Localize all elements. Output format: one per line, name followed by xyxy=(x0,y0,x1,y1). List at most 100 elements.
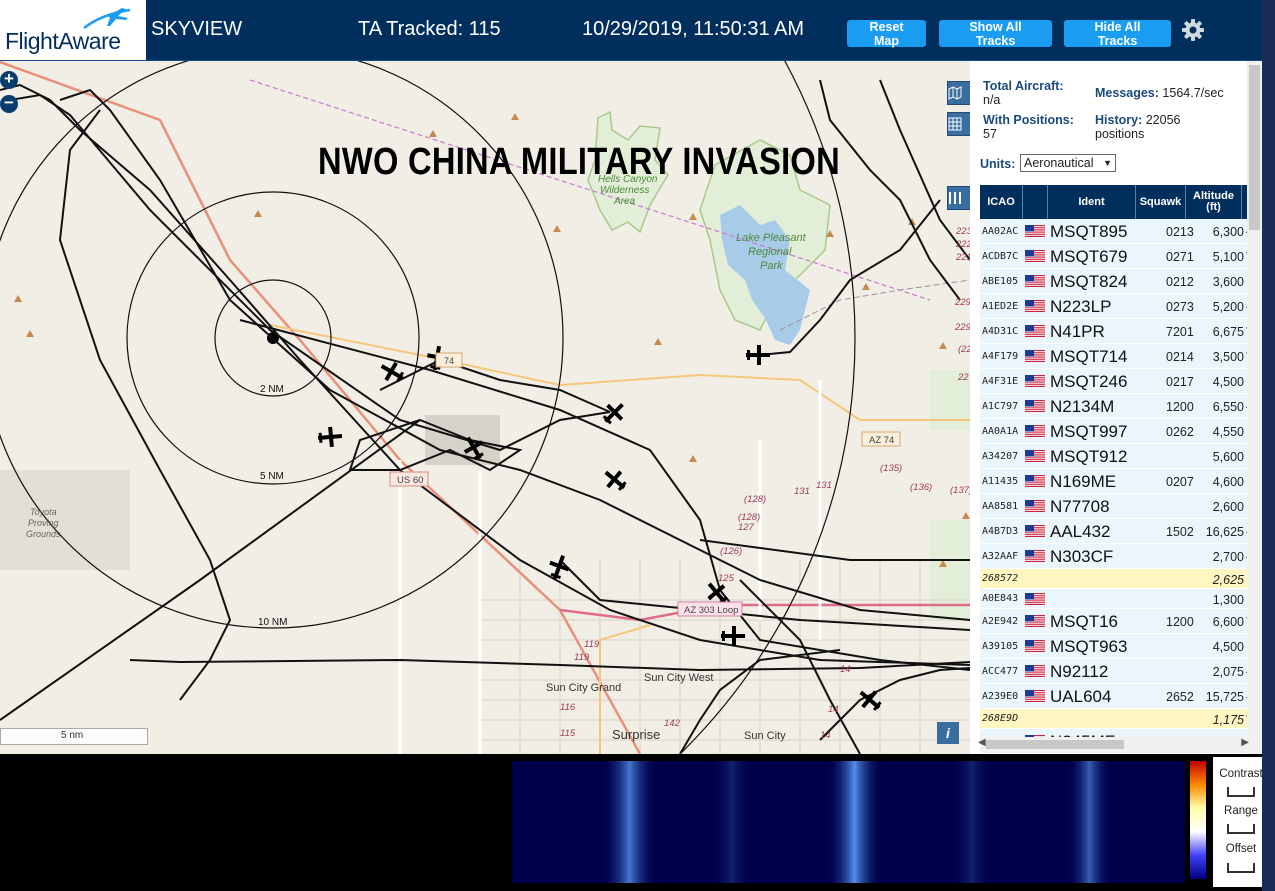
contrast-slider[interactable] xyxy=(1227,787,1255,797)
proving-grounds-area xyxy=(0,470,130,570)
table-row[interactable]: A1ED2EN223LP02735,200▲ xyxy=(980,294,1258,319)
table-row[interactable]: A0E843 1,300 xyxy=(980,589,1258,609)
grid-overlay-icon[interactable] xyxy=(947,112,970,136)
svg-text:222: 222 xyxy=(955,239,970,250)
zoom-out-button[interactable]: − xyxy=(0,94,18,113)
messages-stat: Messages: 1564.7/sec xyxy=(1095,86,1224,100)
scroll-thumb-horizontal[interactable] xyxy=(986,740,1124,749)
flightaware-logo[interactable]: FlightAware xyxy=(0,0,146,60)
zoom-in-button[interactable]: + xyxy=(0,70,18,89)
squawk-cell: 1200 xyxy=(1166,400,1194,414)
us-flag-icon xyxy=(1025,690,1045,702)
map-layer-icon[interactable] xyxy=(947,81,970,105)
offset-slider[interactable] xyxy=(1227,863,1255,873)
us-flag-icon xyxy=(1025,640,1045,652)
table-row[interactable]: A4B7D3AAL432150216,625▲ xyxy=(980,519,1258,544)
map-area[interactable]: 2 NM 5 NM 10 NM Hells Canyon Wilderness … xyxy=(0,61,970,754)
with-positions-stat: With Positions: 57 xyxy=(983,113,1074,141)
lake-label-3: Park xyxy=(760,260,783,272)
icao-cell: A11435 xyxy=(982,476,1019,487)
column-toggle-icon[interactable] xyxy=(947,186,970,210)
ident-cell: N77708 xyxy=(1050,497,1110,516)
table-row[interactable]: AA0A1A MSQT997 0262 4,550 xyxy=(980,419,1258,444)
us60-shield-label: US 60 xyxy=(397,475,423,486)
us-flag-icon xyxy=(1025,475,1045,487)
altitude-cell: 5,600 xyxy=(1212,450,1244,464)
table-row[interactable]: ACDB7CMSQT67902715,100▼ xyxy=(980,244,1258,269)
hide-all-tracks-button[interactable]: Hide All Tracks xyxy=(1064,20,1171,48)
altitude-cell: 5,100 xyxy=(1212,250,1244,264)
squawk-cell: 0273 xyxy=(1166,300,1194,314)
scroll-right-icon[interactable]: ▶ xyxy=(1241,737,1249,748)
column-header-flag[interactable] xyxy=(1023,185,1048,219)
column-header-icao[interactable]: ICAO xyxy=(980,185,1023,219)
range-slider[interactable] xyxy=(1227,824,1255,834)
table-row[interactable]: A239E0UAL604265215,725▲ xyxy=(980,684,1258,709)
squawk-cell: 0207 xyxy=(1166,475,1194,489)
units-select[interactable]: Aeronautical ▼ xyxy=(1020,154,1116,172)
altitude-cell: 6,550 xyxy=(1212,400,1244,414)
altitude-cell: 1,175 xyxy=(1212,713,1244,727)
ident-cell: N92112 xyxy=(1050,662,1109,681)
surprise-label: Surprise xyxy=(612,727,660,742)
ident-cell: N2134M xyxy=(1050,397,1115,416)
column-header-altitude[interactable]: Altitude (ft) xyxy=(1186,185,1242,219)
lake-label-1: Lake Pleasant xyxy=(736,232,807,244)
table-row[interactable]: ACC477N921122,075▲ xyxy=(980,659,1258,684)
table-row[interactable]: ABE105 MSQT824 0212 3,600 xyxy=(980,269,1258,294)
us-flag-icon xyxy=(1025,400,1045,412)
icao-cell: ABE105 xyxy=(982,276,1019,287)
panel-horizontal-scrollbar[interactable]: ◀ ▶ xyxy=(978,737,1249,752)
toyota-label-2: Proving xyxy=(28,518,59,528)
table-row[interactable]: A1C797N2134M12006,550▲ xyxy=(980,394,1258,419)
reset-map-button[interactable]: Reset Map xyxy=(847,20,926,48)
ident-cell: MSQT895 xyxy=(1050,222,1128,241)
table-row[interactable]: AA8581 N77708 2,600 xyxy=(980,494,1258,519)
waterfall-image xyxy=(482,761,1112,883)
ring-label-5nm: 5 NM xyxy=(260,471,284,482)
info-button[interactable]: i xyxy=(937,722,959,744)
altitude-cell: 6,675 xyxy=(1212,325,1244,339)
squawk-cell: 0214 xyxy=(1166,350,1194,364)
table-row[interactable]: 268572 2,625 xyxy=(980,569,1258,589)
scroll-left-icon[interactable]: ◀ xyxy=(978,737,986,748)
table-row[interactable]: A34207 MSQT912 5,600 xyxy=(980,444,1258,469)
table-row[interactable]: A2E942MSQT1612006,600▼ xyxy=(980,609,1258,634)
az74-shield-label: AZ 74 xyxy=(869,435,894,446)
range-label: Range xyxy=(1224,805,1258,817)
table-row[interactable]: A4D31CN41PR72016,675▼ xyxy=(980,319,1258,344)
panel-vertical-scrollbar[interactable] xyxy=(1247,61,1262,754)
show-all-tracks-button[interactable]: Show All Tracks xyxy=(939,20,1052,48)
icao-cell: A4F179 xyxy=(982,351,1019,362)
us-flag-icon xyxy=(1025,250,1045,262)
route-74-label: 74 xyxy=(444,356,454,366)
squawk-cell: 0213 xyxy=(1166,225,1194,239)
gear-icon[interactable] xyxy=(1181,18,1205,42)
svg-text:131: 131 xyxy=(816,480,832,491)
icao-cell: AA0A1A xyxy=(982,426,1019,437)
scale-bar: 5 nm xyxy=(0,728,148,745)
column-header-squawk[interactable]: Squawk xyxy=(1136,185,1186,219)
icao-cell: A1C797 xyxy=(982,401,1019,412)
icao-cell: A4D31C xyxy=(982,326,1019,337)
table-row[interactable]: A4F179MSQT71402143,500▼ xyxy=(980,344,1258,369)
total-aircraft-value: n/a xyxy=(983,93,1001,107)
squawk-cell: 1200 xyxy=(1166,615,1194,629)
altitude-cell: 2,600 xyxy=(1212,500,1244,514)
table-row[interactable]: A32AAFN303CF2,700▲ xyxy=(980,544,1258,569)
ident-cell: MSQT714 xyxy=(1050,347,1128,366)
table-row[interactable]: A39105 MSQT963 4,500 xyxy=(980,634,1258,659)
icao-cell: A4B7D3 xyxy=(982,526,1019,537)
table-row[interactable]: 268E9D1,175▼ xyxy=(980,709,1258,729)
table-row[interactable]: A4F31E MSQT246 0217 4,500 xyxy=(980,369,1258,394)
icao-cell: AA02AC xyxy=(982,226,1019,237)
top-bar: FlightAware SKYVIEW TA Tracked: 115 10/2… xyxy=(0,0,1275,61)
total-aircraft-label: Total Aircraft: xyxy=(983,79,1064,93)
scroll-thumb[interactable] xyxy=(1249,65,1260,230)
table-row[interactable]: AA02ACMSQT89502136,300▲ xyxy=(980,219,1258,244)
column-header-ident[interactable]: Ident xyxy=(1048,185,1136,219)
ident-cell: N169ME xyxy=(1050,472,1117,491)
table-row[interactable]: A11435 N169ME 0207 4,600 xyxy=(980,469,1258,494)
altitude-cell: 6,600 xyxy=(1212,615,1244,629)
history-value: 22056 xyxy=(1145,113,1181,127)
